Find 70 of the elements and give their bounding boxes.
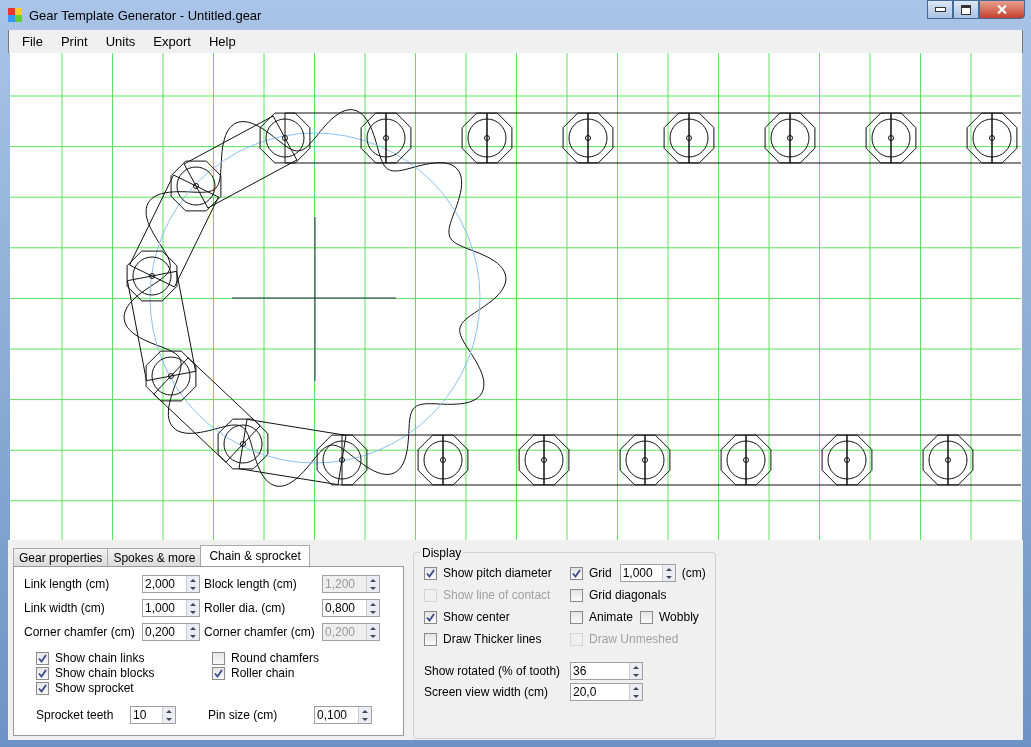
- checkbox-label: Draw Thicker lines: [443, 632, 542, 646]
- number-field[interactable]: 0,800: [322, 599, 380, 617]
- checkbox-label: Roller chain: [231, 666, 295, 680]
- checkbox[interactable]: [424, 566, 437, 580]
- number-field[interactable]: 0,200: [142, 623, 200, 641]
- tab[interactable]: Gear properties: [13, 548, 109, 566]
- window-title: Gear Template Generator - Untitled.gear: [29, 7, 262, 23]
- checkbox-label: Show sprocket: [55, 681, 134, 695]
- number-field[interactable]: 10: [130, 706, 176, 724]
- checkbox[interactable]: [36, 651, 49, 665]
- checkbox[interactable]: [36, 666, 49, 680]
- checkbox[interactable]: [424, 610, 437, 624]
- spin-arrows-icon[interactable]: [186, 600, 199, 616]
- checkbox[interactable]: [424, 632, 437, 646]
- checkbox-label: Round chamfers: [231, 651, 320, 665]
- field-label: Screen view width (cm): [424, 685, 550, 699]
- field-label: Pin size (cm): [208, 708, 279, 722]
- checkbox-label: Grid: [589, 566, 612, 580]
- checkbox-label: Draw Unmeshed: [589, 632, 679, 646]
- checkbox-label: Show center: [443, 610, 510, 624]
- menu-item[interactable]: Help: [199, 34, 245, 49]
- checkbox-label: Grid diagonals: [589, 588, 667, 602]
- close-button[interactable]: [979, 0, 1025, 19]
- checkbox[interactable]: [570, 588, 583, 602]
- field-label: Show rotated (% of tooth): [424, 664, 562, 678]
- group-title: Display: [420, 546, 464, 560]
- spin-arrows-icon[interactable]: [366, 600, 379, 616]
- tab[interactable]: Chain & sprocket: [200, 545, 310, 566]
- tab[interactable]: Spokes & more: [107, 548, 202, 566]
- number-field[interactable]: 1,000: [619, 564, 676, 582]
- checkbox[interactable]: [570, 566, 583, 580]
- field-label: Sprocket teeth: [36, 708, 115, 722]
- number-field[interactable]: 20,0: [570, 683, 643, 701]
- spin-arrows-icon[interactable]: [162, 707, 175, 723]
- checkbox[interactable]: [640, 610, 653, 624]
- number-field[interactable]: 1,000: [142, 599, 200, 617]
- number-field[interactable]: 0,100: [314, 706, 372, 724]
- menu-item[interactable]: Export: [144, 34, 200, 49]
- field-label: Link length (cm): [24, 577, 111, 591]
- field-label: Corner chamfer (cm): [204, 625, 316, 639]
- number-field[interactable]: 2,000: [142, 575, 200, 593]
- spin-arrows-icon[interactable]: [629, 684, 642, 700]
- spin-arrows-icon[interactable]: [629, 663, 642, 679]
- field-label: Corner chamfer (cm): [24, 625, 136, 639]
- checkbox-label: Wobbly: [659, 610, 699, 624]
- number-field[interactable]: 36: [570, 662, 643, 680]
- checkbox-label: Animate: [589, 610, 634, 624]
- minimize-button[interactable]: [927, 0, 953, 19]
- field-label: Block length (cm): [204, 577, 298, 591]
- checkbox[interactable]: [570, 610, 583, 624]
- close-icon: [997, 5, 1007, 14]
- checkbox-label: Show line of contact: [443, 588, 551, 602]
- field-label: Roller dia. (cm): [204, 601, 287, 615]
- spin-arrows-icon[interactable]: [186, 624, 199, 640]
- unit-label: (cm): [681, 566, 706, 580]
- checkbox-label: Show chain links: [55, 651, 145, 665]
- checkbox-label: Show chain blocks: [55, 666, 155, 680]
- spin-arrows-icon[interactable]: [661, 565, 675, 581]
- spin-arrows-icon[interactable]: [186, 576, 199, 592]
- checkbox-label: Show pitch diameter: [443, 566, 552, 580]
- checkbox[interactable]: [212, 666, 225, 680]
- checkbox[interactable]: [212, 651, 225, 665]
- menu-item[interactable]: File: [13, 34, 52, 49]
- menu-item[interactable]: Units: [96, 34, 145, 49]
- spin-arrows-icon[interactable]: [358, 707, 371, 723]
- checkbox[interactable]: [36, 681, 49, 695]
- maximize-button[interactable]: [953, 0, 979, 19]
- field-label: Link width (cm): [24, 601, 106, 615]
- menu-item[interactable]: Print: [51, 34, 97, 49]
- app-icon: [8, 8, 22, 22]
